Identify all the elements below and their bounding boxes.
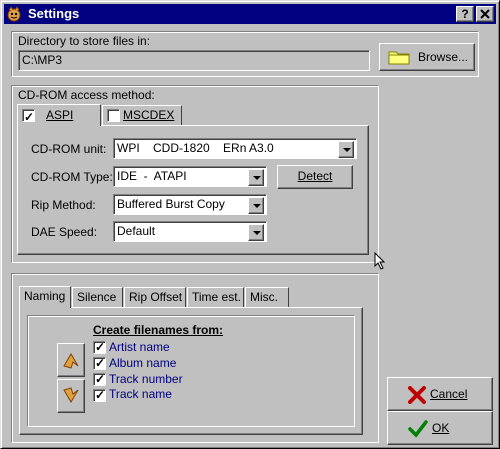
help-button[interactable]: ? [456,6,474,22]
album-name-checkbox[interactable] [93,356,106,370]
close-icon [480,9,490,19]
cancel-button[interactable]: Cancel [387,377,493,411]
arrow-down-icon [63,387,79,403]
mouse-cursor-icon [374,252,386,270]
track-number-label: Track number [109,372,183,386]
arrow-up-icon [63,353,79,369]
cdrom-unit-value: WPI CDD-1820 ERn A3.0 [117,141,274,155]
tab-silence[interactable]: Silence [72,287,123,307]
ok-label: OK [432,421,450,435]
detect-button[interactable]: Detect [277,165,353,189]
cdrom-type-value: IDE - ATAPI [117,169,187,183]
tab-misc-label: Misc. [250,290,278,304]
tab-rip-offset-label: Rip Offset [129,290,183,304]
dae-speed-label: DAE Speed: [31,225,98,239]
ok-button[interactable]: OK [387,411,493,445]
track-name-checkbox[interactable] [93,388,106,402]
directory-field[interactable]: C:\MP3 [18,50,370,71]
app-icon [6,6,22,22]
tab-silence-label: Silence [77,290,117,304]
checkmark-icon [408,420,428,438]
tab-aspi-label: ASPI [46,108,74,122]
chevron-down-icon[interactable] [338,141,354,158]
album-name-label: Album name [109,356,177,370]
cdrom-unit-select[interactable]: WPI CDD-1820 ERn A3.0 [113,138,357,159]
dae-speed-select[interactable]: Default [113,221,267,242]
move-down-button[interactable] [57,379,85,413]
folder-icon [388,51,410,65]
track-name-label: Track name [109,387,172,401]
detect-label: Detect [297,169,333,183]
artist-name-checkbox[interactable] [93,340,106,354]
tab-rip-offset[interactable]: Rip Offset [124,287,186,307]
tab-mscdex-label: MSCDEX [123,108,175,122]
close-button[interactable] [476,6,494,22]
rip-method-label: Rip Method: [31,198,96,212]
settings-window: Settings ? Directory to store files in: … [0,0,500,449]
tab-naming[interactable]: Naming [19,286,71,308]
chevron-down-icon[interactable] [248,169,264,186]
rip-method-select[interactable]: Buffered Burst Copy [113,194,267,215]
directory-label: Directory to store files in: [18,34,151,48]
cdrom-unit-label: CD-ROM unit: [31,142,107,156]
cancel-label: Cancel [430,387,468,401]
tab-mscdex[interactable]: MSCDEX [102,105,182,125]
cancel-x-icon [408,386,426,404]
tab-naming-label: Naming [24,289,66,303]
chevron-down-icon[interactable] [248,197,264,214]
tab-time-est-label: Time est. [192,290,241,304]
title-bar[interactable]: Settings ? [4,4,496,24]
track-number-checkbox[interactable] [93,372,106,386]
chevron-down-icon[interactable] [248,224,264,241]
tab-misc[interactable]: Misc. [245,287,289,307]
cdrom-type-label: CD-ROM Type: [31,170,113,184]
browse-button[interactable]: Browse... [379,43,475,71]
window-title: Settings [28,6,80,21]
artist-name-label: Artist name [109,340,170,354]
move-up-button[interactable] [57,343,85,377]
cdrom-type-select[interactable]: IDE - ATAPI [113,166,267,187]
mscdex-checkbox[interactable] [107,109,120,122]
dae-speed-value: Default [117,224,156,238]
rip-method-value: Buffered Burst Copy [117,197,225,211]
tab-aspi[interactable]: ASPI [17,104,101,126]
tab-time-est[interactable]: Time est. [187,287,244,307]
cdrom-group-label: CD-ROM access method: [18,88,155,102]
browse-label: Browse... [418,50,469,64]
naming-header: Create filenames from: [93,323,224,337]
aspi-checkbox[interactable] [22,108,35,126]
